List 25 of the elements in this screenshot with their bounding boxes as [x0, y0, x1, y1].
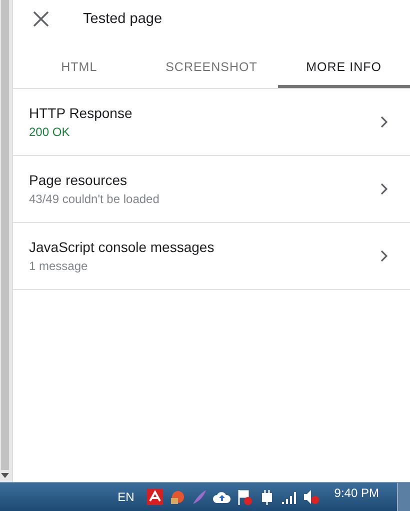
list-item[interactable]: Page resources 43/49 couldn't be loaded	[13, 156, 410, 223]
tab[interactable]: SCREENSHOT	[145, 48, 278, 88]
item-title: JavaScript console messages	[29, 239, 216, 255]
item-subtitle: 1 message	[29, 259, 89, 273]
item-title: Page resources	[29, 172, 128, 188]
clock-time[interactable]: 9:40 PM	[334, 486, 379, 500]
chevron-right-icon	[380, 183, 388, 195]
panel-title: Tested page	[83, 11, 162, 27]
scrollbar-thumb[interactable]	[1, 0, 9, 470]
tab[interactable]: HTML	[13, 48, 146, 88]
scroll-down-icon[interactable]	[1, 473, 9, 478]
flag-error-icon[interactable]	[237, 489, 254, 505]
item-title: HTTP Response	[29, 105, 134, 121]
item-subtitle: 200 OK	[29, 125, 71, 139]
language-indicator[interactable]: EN	[118, 490, 134, 504]
list-item[interactable]: JavaScript console messages 1 message	[13, 223, 410, 290]
chevron-right-icon	[380, 116, 388, 128]
list-item[interactable]: HTTP Response 200 OK	[13, 89, 410, 156]
item-subtitle: 43/49 couldn't be loaded	[29, 192, 160, 206]
signal-bars-icon[interactable]	[281, 490, 298, 504]
speaker-muted-icon[interactable]	[303, 489, 320, 505]
cloud-upload-icon[interactable]	[213, 490, 232, 504]
tab[interactable]: MORE INFO	[278, 48, 410, 88]
chevron-right-icon	[380, 250, 388, 262]
close-icon[interactable]	[33, 11, 49, 27]
